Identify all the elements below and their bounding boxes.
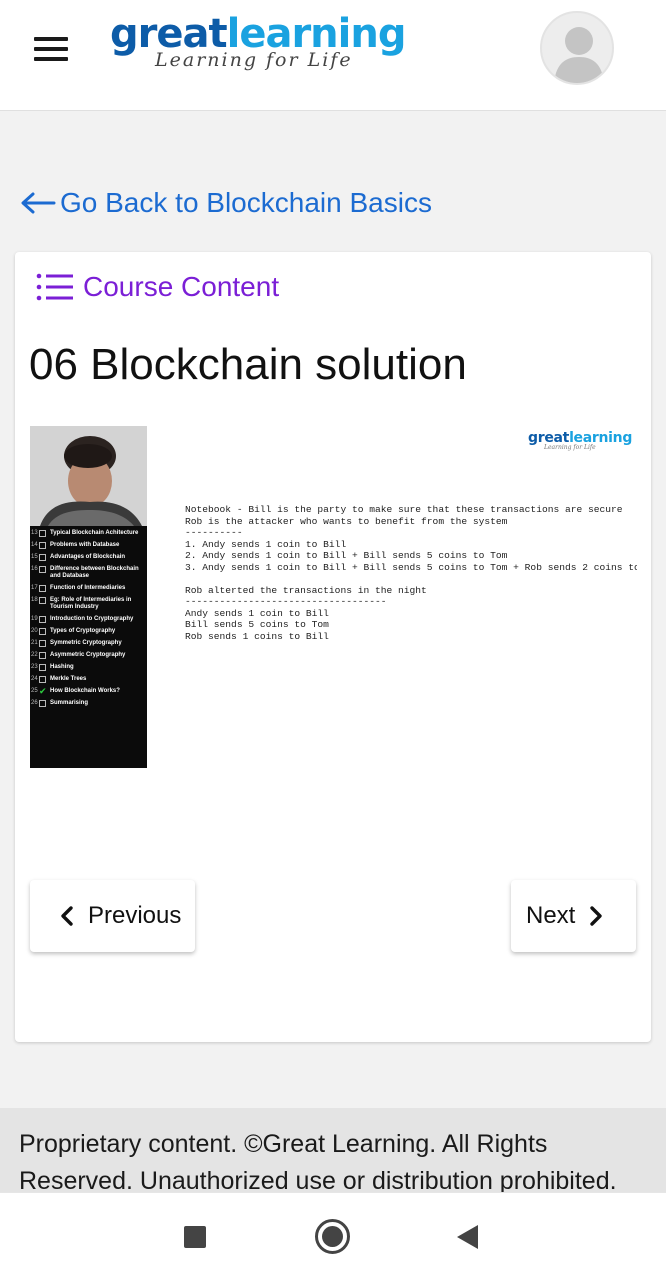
user-avatar-icon[interactable] bbox=[540, 11, 614, 85]
slide-text-line: 2. Andy sends 1 coin to Bill + Bill send… bbox=[185, 550, 508, 561]
toc-item-number: 24 bbox=[31, 676, 38, 682]
slide-text-line bbox=[185, 573, 637, 585]
toc-item: 14 Problems with Database bbox=[31, 542, 147, 549]
toc-item-label: Hashing bbox=[50, 664, 74, 670]
copyright-text: Proprietary content. ©Great Learning. Al… bbox=[19, 1130, 617, 1192]
toc-item-number: 21 bbox=[31, 640, 38, 646]
toc-item-number: 13 bbox=[31, 530, 38, 536]
checkbox-icon bbox=[39, 700, 46, 707]
toc-item: 26 Summarising bbox=[31, 700, 147, 707]
slide-notes-text: Notebook - Bill is the party to make sur… bbox=[185, 504, 637, 642]
toc-item: 20 Types of Cryptography bbox=[31, 628, 147, 635]
checkbox-icon bbox=[39, 664, 46, 671]
toc-item: 22 Asymmetric Cryptography bbox=[31, 652, 147, 659]
slide-text-line: Rob sends 1 coins to Bill bbox=[185, 630, 329, 642]
course-content-label: Course Content bbox=[83, 271, 280, 302]
toc-item-number: 15 bbox=[31, 554, 38, 560]
checkbox-icon bbox=[39, 530, 46, 537]
toc-item-number: 17 bbox=[31, 585, 38, 591]
slide-logo-tagline: Learning for Life bbox=[544, 444, 596, 451]
presenter-webcam bbox=[30, 426, 147, 526]
toc-item: 21 Symmetric Cryptography bbox=[31, 640, 147, 647]
toc-item-label: Types of Cryptography bbox=[50, 628, 116, 634]
next-button-label: Next bbox=[526, 902, 576, 929]
slide-text-line: 3. Andy sends 1 coin to Bill + Bill send… bbox=[185, 561, 637, 573]
previous-button[interactable]: Previous bbox=[30, 880, 195, 952]
toc-item: 23 Hashing bbox=[31, 664, 147, 671]
toc-item-label: Problems with Database bbox=[50, 542, 120, 548]
toc-item-label: How Blockchain Works? bbox=[50, 688, 120, 694]
checkbox-icon bbox=[39, 616, 46, 623]
slide-text-line: Rob alterted the transactions in the nig… bbox=[185, 584, 427, 596]
toc-item: 13 Typical Blockchain Achitecture bbox=[31, 530, 147, 537]
list-icon bbox=[36, 273, 73, 301]
previous-button-label: Previous bbox=[88, 902, 182, 929]
slide-text-line: ----------------------------------- bbox=[185, 596, 387, 607]
slide-text-line: 1. Andy sends 1 coin to Bill bbox=[185, 538, 347, 550]
toc-item-label: Advantages of Blockchain bbox=[50, 554, 126, 560]
toc-item-number: 25 bbox=[31, 688, 38, 694]
video-sidebar: 13 Typical Blockchain Achitecture 14 Proble… bbox=[30, 426, 147, 768]
checkbox-icon bbox=[39, 542, 46, 549]
toc-item-number: 20 bbox=[31, 628, 38, 634]
arrow-left-icon bbox=[21, 192, 56, 214]
home-circle-icon[interactable] bbox=[315, 1219, 350, 1254]
checkmark-icon: ✔ bbox=[39, 686, 47, 696]
toc-item-label: Function of Intermediaries bbox=[50, 585, 126, 591]
lesson-card: Course Content 06 Blockchain solution 13… bbox=[15, 252, 651, 1042]
slide-text-line: Bill sends 5 coins to Tom bbox=[185, 619, 329, 630]
toc-item: 16 Difference between Blockchain and Data… bbox=[31, 566, 147, 580]
recents-square-icon[interactable] bbox=[184, 1226, 206, 1248]
toc-item: 17 Function of Intermediaries bbox=[31, 585, 147, 592]
checkbox-icon bbox=[39, 640, 46, 647]
video-player[interactable]: 13 Typical Blockchain Achitecture 14 Proble… bbox=[30, 426, 640, 768]
logo-tagline: Learning for Life bbox=[155, 49, 353, 71]
back-link-label: Go Back to Blockchain Basics bbox=[60, 187, 432, 218]
checkbox-icon bbox=[39, 554, 46, 561]
checkbox-icon bbox=[39, 676, 46, 683]
video-toc-list: 13 Typical Blockchain Achitecture 14 Proble… bbox=[31, 530, 147, 712]
toc-item: 19 Introduction to Cryptography bbox=[31, 616, 147, 623]
back-to-course-link[interactable]: Go Back to Blockchain Basics bbox=[20, 183, 432, 223]
toc-item: 25 ✔ How Blockchain Works? bbox=[31, 686, 147, 696]
hamburger-menu-icon[interactable] bbox=[34, 37, 70, 61]
page-footer: Proprietary content. ©Great Learning. Al… bbox=[0, 1108, 666, 1192]
toc-item-label: Asymmetric Cryptography bbox=[50, 652, 126, 658]
toc-item-number: 18 bbox=[31, 597, 38, 603]
toc-item-number: 19 bbox=[31, 616, 38, 622]
toc-item-number: 26 bbox=[31, 700, 38, 706]
greatlearning-logo[interactable]: greatlearning Learning for Life bbox=[110, 12, 406, 74]
toc-item: 15 Advantages of Blockchain bbox=[31, 554, 147, 561]
toc-item-label: Summarising bbox=[50, 700, 89, 706]
slide-text-line: Andy sends 1 coin to Bill bbox=[185, 607, 329, 619]
toc-item-number: 22 bbox=[31, 652, 38, 658]
checkbox-icon bbox=[39, 566, 46, 573]
course-content-toggle[interactable]: Course Content bbox=[35, 270, 279, 304]
toc-item-label: Merkle Trees bbox=[50, 676, 87, 682]
checkbox-icon bbox=[39, 597, 46, 604]
toc-item-number: 16 bbox=[31, 566, 38, 572]
slide-text-line: Rob is the attacker who wants to benefit… bbox=[185, 515, 508, 527]
toc-item-label: Eg: Role of Intermediaries in Tourism In… bbox=[50, 597, 132, 610]
toc-item-label: Difference between Blockchain and Databa… bbox=[50, 566, 139, 579]
lesson-title: 06 Blockchain solution bbox=[29, 340, 467, 389]
slide-text-line: ---------- bbox=[185, 527, 243, 538]
slide-text-line: Notebook - Bill is the party to make sur… bbox=[185, 504, 623, 515]
checkbox-icon bbox=[39, 652, 46, 659]
checkbox-icon bbox=[39, 585, 46, 592]
app-header: greatlearning Learning for Life bbox=[0, 0, 666, 111]
toc-item: 18 Eg: Role of Intermediaries in Tourism … bbox=[31, 597, 147, 611]
toc-item-label: Introduction to Cryptography bbox=[50, 616, 134, 622]
system-navigation-bar bbox=[0, 1192, 666, 1280]
chevron-left-icon bbox=[61, 906, 73, 926]
toc-item-label: Symmetric Cryptography bbox=[50, 640, 122, 646]
toc-item: 24 Merkle Trees bbox=[31, 676, 147, 683]
toc-item-label: Typical Blockchain Achitecture bbox=[50, 530, 139, 536]
back-triangle-icon[interactable] bbox=[457, 1225, 478, 1249]
chevron-right-icon bbox=[590, 906, 603, 926]
checkbox-icon bbox=[39, 628, 46, 635]
toc-item-number: 14 bbox=[31, 542, 38, 548]
next-button[interactable]: Next bbox=[511, 880, 636, 952]
toc-item-number: 23 bbox=[31, 664, 38, 670]
